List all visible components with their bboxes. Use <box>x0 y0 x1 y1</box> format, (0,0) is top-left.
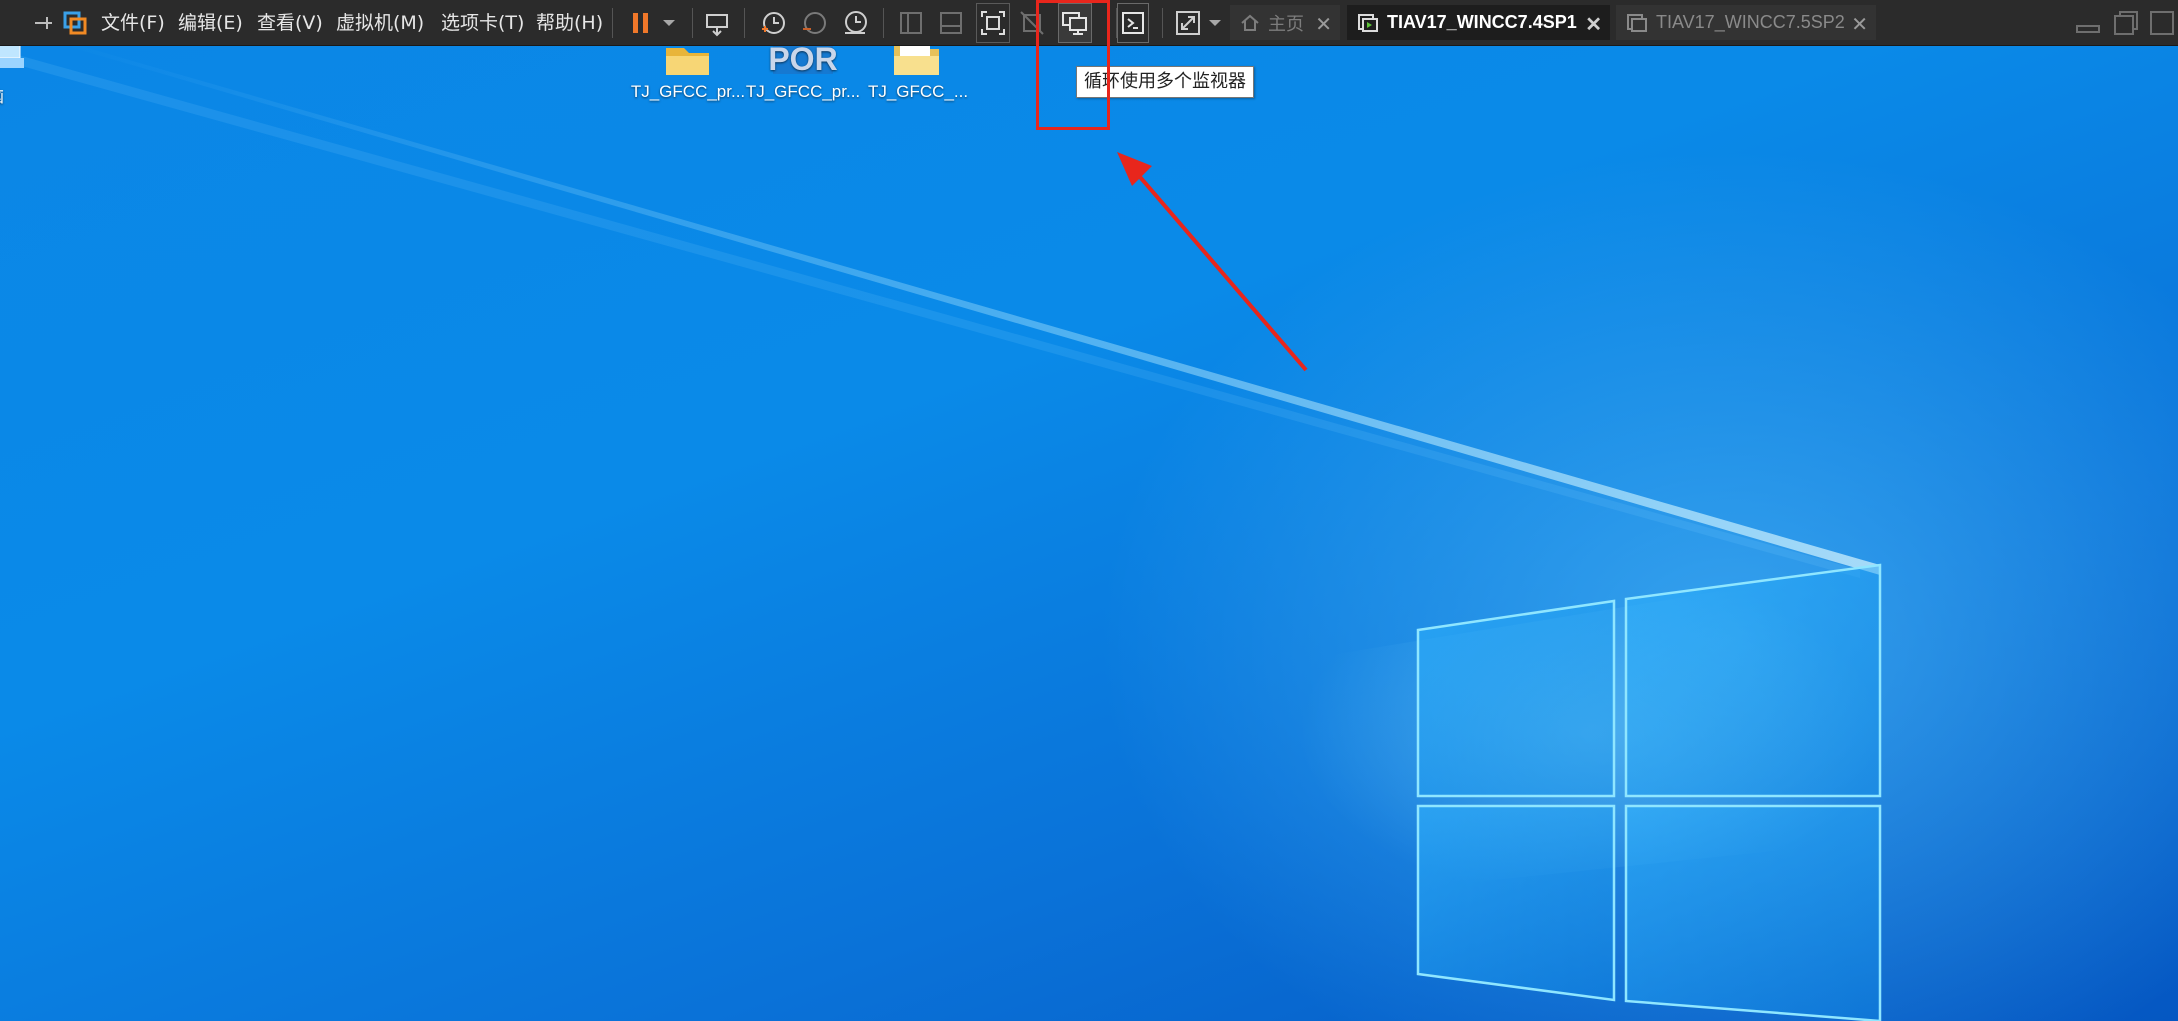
desktop-icon-label: TJ_GFCC_... <box>867 82 969 101</box>
pin-icon[interactable] <box>30 0 56 46</box>
tab-home[interactable]: 主页 ✕ <box>1230 5 1340 40</box>
console-icon[interactable] <box>1117 3 1149 43</box>
tab-vm-active[interactable]: TIAV17_WINCC7.4SP1 ✕ <box>1347 5 1610 40</box>
windows-logo <box>1416 563 1882 1021</box>
highlight-box <box>1036 0 1110 130</box>
separator <box>612 8 613 38</box>
menu-edit[interactable]: 编辑(E) <box>178 0 243 46</box>
menu-file[interactable]: 文件(F) <box>101 0 165 46</box>
dropdown-arrow-icon[interactable] <box>1206 0 1224 46</box>
vmware-logo-icon[interactable] <box>60 0 90 46</box>
close-icon[interactable]: ✕ <box>1315 12 1332 37</box>
menu-help[interactable]: 帮助(H) <box>536 0 603 46</box>
portal-icon-text: POR <box>768 41 837 77</box>
dropdown-arrow-icon[interactable] <box>658 0 680 46</box>
fit-guest-icon[interactable] <box>976 3 1010 43</box>
home-icon <box>1240 13 1260 33</box>
close-window-icon[interactable] <box>2146 0 2178 46</box>
snapshot-manager-icon[interactable] <box>839 0 871 46</box>
tab-label: TIAV17_WINCC7.5SP2 <box>1656 12 1845 32</box>
send-ctrl-alt-del-icon[interactable] <box>702 0 732 46</box>
menu-vm[interactable]: 虚拟机(M) <box>336 0 424 46</box>
pause-icon[interactable] <box>626 0 656 46</box>
separator <box>744 8 745 38</box>
vm-icon <box>1626 13 1648 33</box>
fullscreen-icon[interactable] <box>1171 0 1205 46</box>
restore-icon[interactable] <box>2110 0 2142 46</box>
library-view-icon[interactable] <box>896 0 926 46</box>
minimize-icon[interactable] <box>2072 0 2104 46</box>
menu-tabs[interactable]: 选项卡(T) <box>441 0 524 46</box>
desktop: 电脑 TJ_GFCC_pr... POR TJ_GFCC_pr... <box>0 0 2178 1021</box>
separator <box>692 8 693 38</box>
vm-running-icon <box>1357 13 1379 33</box>
thumbnail-view-icon[interactable] <box>936 0 966 46</box>
separator <box>1162 8 1163 38</box>
revert-snapshot-icon[interactable] <box>798 0 830 46</box>
desktop-icon-label: 电脑 <box>0 82 50 107</box>
tab-label: TIAV17_WINCC7.4SP1 <box>1387 12 1577 32</box>
tab-vm-inactive[interactable]: TIAV17_WINCC7.5SP2 ✕ <box>1616 5 1876 40</box>
snapshot-icon[interactable] <box>757 0 789 46</box>
desktop-icon-label: TJ_GFCC_pr... <box>630 82 746 101</box>
close-icon[interactable]: ✕ <box>1585 12 1602 37</box>
desktop-icon-label: TJ_GFCC_pr... <box>745 82 861 101</box>
tab-label: 主页 <box>1268 13 1304 34</box>
close-icon[interactable]: ✕ <box>1851 12 1868 37</box>
menu-view[interactable]: 查看(V) <box>257 0 323 46</box>
separator <box>883 8 884 38</box>
